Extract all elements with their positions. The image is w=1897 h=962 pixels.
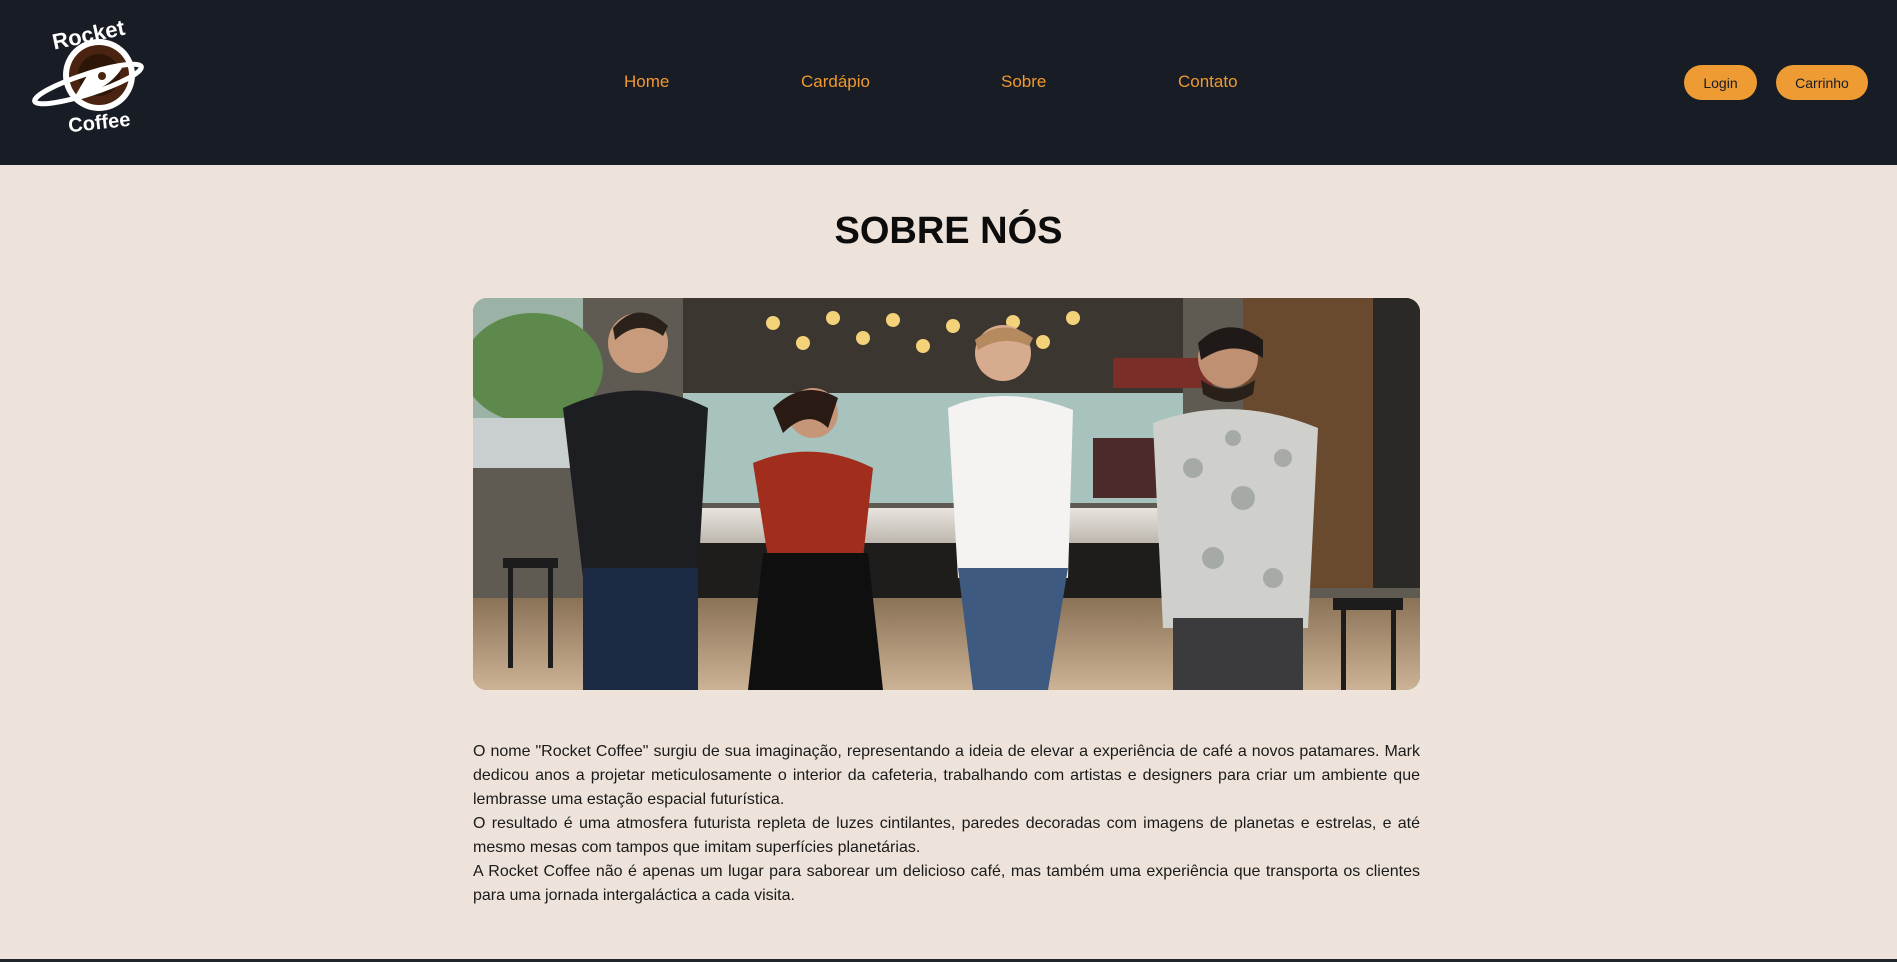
- nav-item-contato[interactable]: Contato: [1178, 72, 1238, 92]
- about-paragraph: A Rocket Coffee não é apenas um lugar pa…: [473, 863, 1420, 904]
- nav-item-sobre[interactable]: Sobre: [1001, 72, 1046, 92]
- page-title: SOBRE NÓS: [834, 210, 1063, 252]
- main-nav: Home Cardápio Sobre Contato: [0, 0, 1897, 165]
- login-button[interactable]: Login: [1684, 65, 1757, 100]
- nav-item-cardapio[interactable]: Cardápio: [801, 72, 870, 92]
- nav-item-home[interactable]: Home: [624, 72, 669, 92]
- about-paragraph: O nome "Rocket Coffee" surgiu de sua ima…: [473, 743, 1420, 808]
- about-text: O nome "Rocket Coffee" surgiu de sua ima…: [473, 740, 1420, 908]
- team-photo: [473, 298, 1420, 690]
- team-photo-icon: [473, 298, 1420, 690]
- about-paragraph: O resultado é uma atmosfera futurista re…: [473, 815, 1420, 856]
- cart-button[interactable]: Carrinho: [1776, 65, 1868, 100]
- site-header: Rocket Coffee Home Cardápio Sobre Contat…: [0, 0, 1897, 165]
